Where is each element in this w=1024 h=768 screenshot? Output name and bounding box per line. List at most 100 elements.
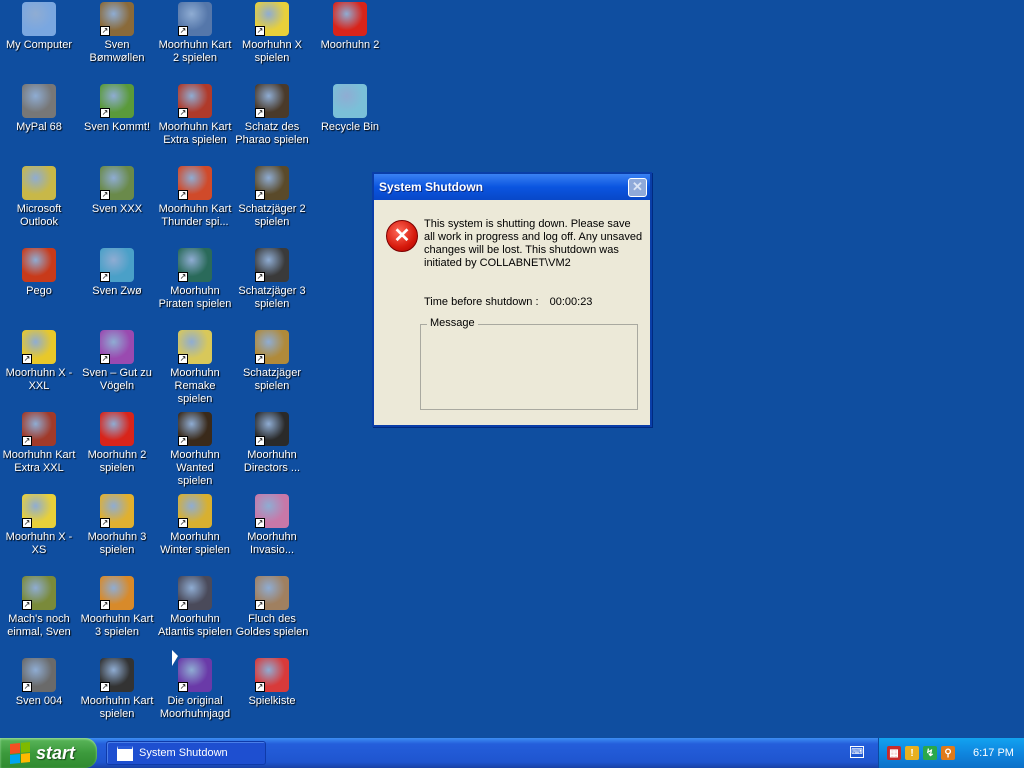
start-button[interactable]: start xyxy=(0,738,97,768)
desktop-icon[interactable]: ↗ Moorhuhn Directors ... xyxy=(233,412,311,475)
sheep-icon: ↗ xyxy=(100,330,134,364)
desktop-icon-label: Fluch des Goldes spielen xyxy=(235,613,309,638)
shortcut-arrow-icon: ↗ xyxy=(178,108,188,118)
sheep-icon: ↗ xyxy=(100,2,134,36)
desktop-icon[interactable]: ↗ Moorhuhn Invasio... xyxy=(233,494,311,557)
shortcut-arrow-icon: ↗ xyxy=(100,108,110,118)
keyboard-icon[interactable]: ⌨ xyxy=(850,746,864,758)
desktop-icon-label: Recycle Bin xyxy=(320,121,380,133)
sheep-icon: ↗ xyxy=(22,576,56,610)
dialog-titlebar[interactable]: System Shutdown ✕ xyxy=(374,174,650,200)
sheep-icon: ↗ xyxy=(22,658,56,692)
shortcut-arrow-icon: ↗ xyxy=(178,190,188,200)
desktop-icon[interactable]: My Computer xyxy=(0,2,78,52)
desktop-icon[interactable]: ↗ Schatzjäger 2 spielen xyxy=(233,166,311,229)
desktop-icon[interactable]: ↗ Moorhuhn X - XXL xyxy=(0,330,78,393)
desktop-icon[interactable]: ↗ Moorhuhn Kart Extra spielen xyxy=(156,84,234,147)
desktop-icon-label: Moorhuhn Kart 3 spielen xyxy=(80,613,154,638)
desktop-icon-label: Microsoft Outlook xyxy=(16,203,62,228)
pirate-icon: ↗ xyxy=(178,248,212,282)
desktop-icon[interactable]: ↗ Moorhuhn Kart 2 spielen xyxy=(156,2,234,65)
desktop-icon[interactable]: ↗ Moorhuhn Winter spielen xyxy=(156,494,234,557)
desktop-icon[interactable]: ↗ Sven – Gut zu Vögeln xyxy=(78,330,156,393)
desktop-icon[interactable]: ↗ Moorhuhn Atlantis spielen xyxy=(156,576,234,639)
desktop-icon[interactable]: ↗ Moorhuhn Wanted spielen xyxy=(156,412,234,488)
desktop-icon-label: Mach's noch einmal, Sven xyxy=(7,613,71,638)
desktop-icon[interactable]: ↗ Mach's noch einmal, Sven xyxy=(0,576,78,639)
shortcut-arrow-icon: ↗ xyxy=(178,26,188,36)
desktop-icon[interactable]: Recycle Bin xyxy=(311,84,389,134)
desktop-icon-label: Moorhuhn Kart Extra XXL xyxy=(2,449,76,474)
desktop-icon[interactable]: ↗ Sven 004 xyxy=(0,658,78,708)
mouse-cursor-icon xyxy=(172,650,178,666)
shortcut-arrow-icon: ↗ xyxy=(255,26,265,36)
desktop-icon-label: Pego xyxy=(26,285,52,297)
search-icon[interactable]: ⚲ xyxy=(941,746,955,760)
chicken-icon: ↗ xyxy=(178,494,212,528)
start-label: start xyxy=(36,742,76,763)
error-icon: ✕ xyxy=(386,220,418,252)
games-box-icon: ↗ xyxy=(255,658,289,692)
close-button[interactable]: ✕ xyxy=(628,177,647,197)
desktop-icon[interactable]: ↗ Sven Zwø xyxy=(78,248,156,298)
desktop-icon[interactable]: ↗ Spielkiste xyxy=(233,658,311,708)
desktop-icon[interactable]: ↗ Schatzjäger 3 spielen xyxy=(233,248,311,311)
desktop-icon-label: Moorhuhn Kart Thunder spi... xyxy=(158,203,232,228)
desktop-icon[interactable]: ↗ Sven Kommt! xyxy=(78,84,156,134)
desktop-icon[interactable]: ↗ Sven Bømwøllen xyxy=(78,2,156,65)
countdown-value: 00:00:23 xyxy=(549,296,593,308)
desktop-icon[interactable]: ↗ Moorhuhn Kart Thunder spi... xyxy=(156,166,234,229)
kart-icon: ↗ xyxy=(178,166,212,200)
desktop-icon[interactable]: ↗ Moorhuhn X - XS xyxy=(0,494,78,557)
shortcut-arrow-icon: ↗ xyxy=(22,518,32,528)
shortcut-arrow-icon: ↗ xyxy=(255,354,265,364)
taskbar-button-system-shutdown[interactable]: System Shutdown xyxy=(106,741,266,765)
desktop-icon[interactable]: ↗ Schatz des Pharao spielen xyxy=(233,84,311,147)
message-groupbox: Message xyxy=(420,317,638,410)
shortcut-arrow-icon: ↗ xyxy=(100,354,110,364)
desktop-icon-label: Moorhuhn Winter spielen xyxy=(160,531,230,556)
desktop-icon-label: Schatzjäger spielen xyxy=(242,367,302,392)
desktop-icon[interactable]: Moorhuhn 2 xyxy=(311,2,389,52)
shortcut-arrow-icon: ↗ xyxy=(100,682,110,692)
desktop-icon[interactable]: ↗ Moorhuhn Piraten spielen xyxy=(156,248,234,311)
desktop-icon[interactable]: ↗ Schatzjäger spielen xyxy=(233,330,311,393)
desktop-icon[interactable]: Microsoft Outlook xyxy=(0,166,78,229)
windows-logo-icon xyxy=(10,741,30,765)
desktop-icon-label: Moorhuhn Kart 2 spielen xyxy=(158,39,232,64)
desktop-icon[interactable]: Moorhuhn 2 spielen xyxy=(78,412,156,475)
desktop-icon[interactable]: ↗ Moorhuhn Kart Extra XXL xyxy=(0,412,78,475)
clock[interactable]: 6:17 PM xyxy=(973,747,1014,759)
desktop-icon[interactable]: ↗ Moorhuhn X spielen xyxy=(233,2,311,65)
flag-icon[interactable]: ▦ xyxy=(887,746,901,760)
taskbar-button-label: System Shutdown xyxy=(139,747,228,759)
desktop-icon-label: Sven 004 xyxy=(15,695,63,707)
shortcut-arrow-icon: ↗ xyxy=(100,26,110,36)
shortcut-arrow-icon: ↗ xyxy=(100,190,110,200)
desktop-icon-label: Moorhuhn 2 xyxy=(320,39,380,51)
taskbar: start System Shutdown ⌨ ▦ ! ↯ ⚲ 6:17 PM xyxy=(0,738,1024,768)
desktop-icon-label: Sven Zwø xyxy=(92,285,142,297)
chicken-icon: ↗ xyxy=(22,494,56,528)
desktop-icon[interactable]: ↗ Fluch des Goldes spielen xyxy=(233,576,311,639)
recycle-bin-icon xyxy=(333,84,367,118)
chicken-icon: ↗ xyxy=(178,412,212,446)
desktop-icon-label: Moorhuhn X - XXL xyxy=(5,367,73,392)
number-2-icon xyxy=(333,2,367,36)
desktop-icon[interactable]: ↗ Die original Moorhuhnjagd xyxy=(156,658,234,721)
desktop-icon[interactable]: ↗ Moorhuhn 3 spielen xyxy=(78,494,156,557)
shield-icon[interactable]: ! xyxy=(905,746,919,760)
desktop-icon[interactable]: MyPal 68 xyxy=(0,84,78,134)
desktop-icon[interactable]: ↗ Moorhuhn Kart spielen xyxy=(78,658,156,721)
sheep-icon: ↗ xyxy=(100,248,134,282)
desktop-icon[interactable]: ↗ Moorhuhn Remake spielen xyxy=(156,330,234,406)
desktop-icon[interactable]: ↗ Sven XXX xyxy=(78,166,156,216)
checkered-flag-icon: ↗ xyxy=(100,658,134,692)
chicken-icon: ↗ xyxy=(22,330,56,364)
desktop-icon-label: Sven Bømwøllen xyxy=(89,39,145,64)
network-icon[interactable]: ↯ xyxy=(923,746,937,760)
shortcut-arrow-icon: ↗ xyxy=(22,436,32,446)
desktop-icon[interactable]: Pego xyxy=(0,248,78,298)
desktop-icon[interactable]: ↗ Moorhuhn Kart 3 spielen xyxy=(78,576,156,639)
window-icon xyxy=(117,745,133,761)
